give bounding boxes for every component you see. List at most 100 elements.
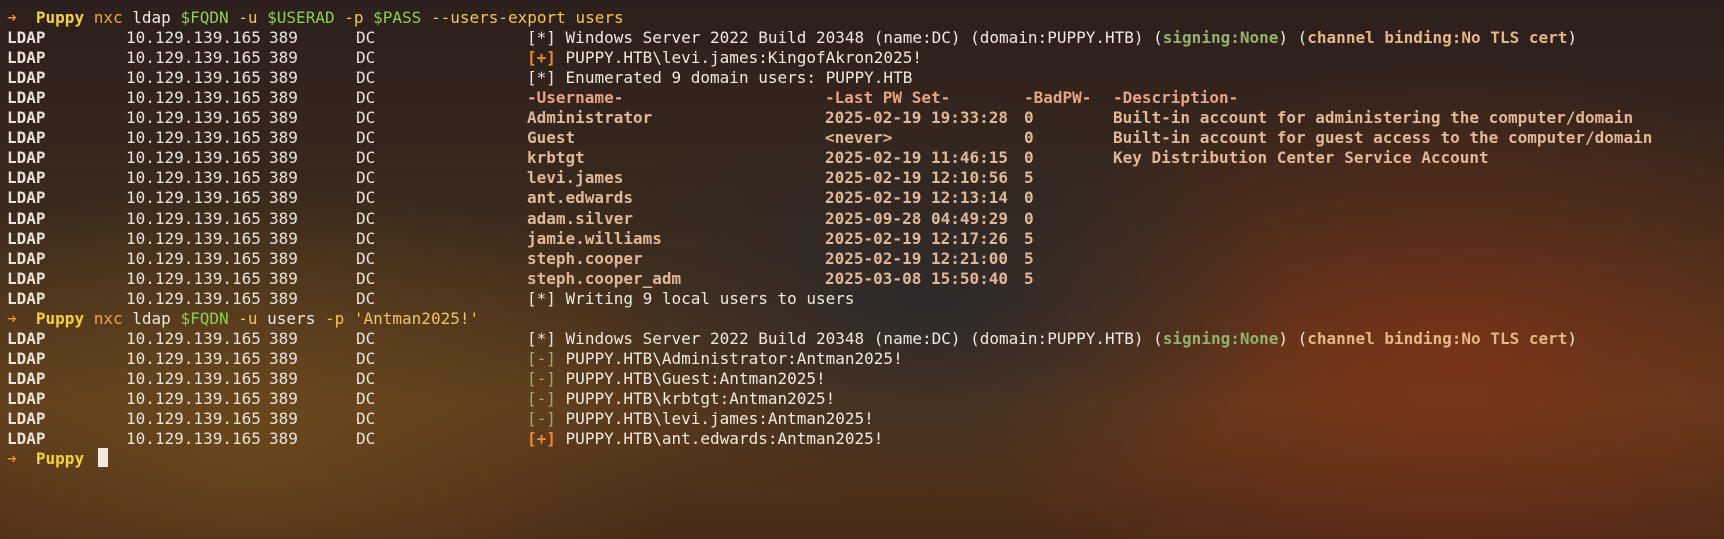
user-row-cell: 2025-02-19 19:33:28 bbox=[825, 108, 1009, 128]
command-name: nxc bbox=[93, 8, 123, 27]
table-header-cell: -BadPW- bbox=[1024, 88, 1092, 108]
prompt: ➜ Puppy nxc ldap $FQDN -u $USERAD -p $PA… bbox=[7, 7, 624, 29]
protocol-label: LDAP bbox=[7, 248, 46, 268]
user-row-cell: adam.silver bbox=[527, 208, 633, 228]
user-row-cell: steph.cooper_adm bbox=[527, 268, 682, 288]
user-row-cell: 0 bbox=[1024, 148, 1034, 168]
user-row-cell: 2025-02-19 12:17:26 bbox=[825, 228, 1009, 248]
protocol-label: LDAP bbox=[7, 68, 46, 88]
terminal-window[interactable]: ➜ Puppy nxc ldap $FQDN -u $USERAD -p $PA… bbox=[0, 0, 1724, 539]
command-arg: ldap bbox=[132, 8, 171, 27]
table-header-cell: -Description- bbox=[1113, 88, 1239, 108]
target-port: 389 bbox=[269, 409, 298, 428]
target-hostname: DC bbox=[356, 28, 376, 48]
output-message: [+] PUPPY.HTB\levi.james:KingofAkron2025… bbox=[527, 47, 922, 69]
target-port: 389 bbox=[269, 328, 298, 348]
failure-tag: [-] bbox=[527, 409, 556, 428]
command-arg: $PASS bbox=[373, 8, 422, 27]
signing-status: signing:None bbox=[1162, 328, 1279, 348]
command-arg: $FQDN bbox=[180, 308, 229, 328]
target-port: 389 bbox=[269, 388, 298, 408]
prompt-cwd: Puppy bbox=[35, 308, 85, 328]
command-arg: -u bbox=[238, 308, 258, 328]
target-hostname: DC bbox=[356, 429, 376, 449]
message-text: ) bbox=[1567, 28, 1578, 48]
command-arg: -p bbox=[344, 8, 364, 27]
protocol-label: LDAP bbox=[7, 228, 46, 248]
prompt: ➜ Puppy nxc ldap $FQDN -u users -p 'Antm… bbox=[7, 308, 479, 330]
protocol-label: LDAP bbox=[7, 188, 46, 208]
command-arg: ldap bbox=[132, 308, 171, 328]
message-text: PUPPY.HTB\levi.james:Antman2025! bbox=[565, 409, 874, 428]
target-hostname: DC bbox=[356, 388, 376, 408]
protocol-label: LDAP bbox=[7, 288, 46, 308]
target-port: 389 bbox=[269, 48, 298, 68]
target-ip: 10.129.139.165 bbox=[126, 48, 261, 68]
target-ip: 10.129.139.165 bbox=[126, 409, 261, 428]
target-hostname: DC bbox=[356, 288, 376, 308]
command-arg: $FQDN bbox=[180, 8, 229, 27]
user-row-cell: steph.cooper bbox=[527, 248, 643, 268]
command-arg: -u bbox=[238, 8, 258, 27]
message-text: Writing 9 local users to users bbox=[565, 288, 855, 308]
message-text: Windows Server 2022 Build 20348 (name:DC… bbox=[565, 328, 1163, 348]
target-ip: 10.129.139.165 bbox=[126, 288, 261, 308]
output-message: [-] PUPPY.HTB\levi.james:Antman2025! bbox=[527, 408, 874, 430]
target-port: 389 bbox=[269, 68, 298, 88]
user-row-cell: krbtgt bbox=[527, 148, 585, 168]
target-hostname: DC bbox=[356, 208, 376, 228]
info-tag: [*] bbox=[527, 328, 556, 348]
prompt-cwd: Puppy bbox=[35, 449, 85, 469]
output-message: [-] PUPPY.HTB\Administrator:Antman2025! bbox=[527, 348, 903, 370]
protocol-label: LDAP bbox=[7, 429, 46, 449]
message-text: PUPPY.HTB\levi.james:KingofAkron2025! bbox=[565, 48, 922, 68]
target-hostname: DC bbox=[356, 328, 376, 348]
target-port: 389 bbox=[269, 188, 298, 208]
target-hostname: DC bbox=[356, 368, 376, 388]
command-arg: --users-export bbox=[430, 8, 566, 27]
protocol-label: LDAP bbox=[7, 148, 46, 168]
target-port: 389 bbox=[269, 429, 298, 449]
protocol-label: LDAP bbox=[7, 348, 46, 368]
target-port: 389 bbox=[269, 268, 298, 288]
prompt-arrow-icon: ➜ bbox=[7, 8, 17, 27]
protocol-label: LDAP bbox=[7, 409, 46, 428]
target-ip: 10.129.139.165 bbox=[126, 188, 261, 208]
target-ip: 10.129.139.165 bbox=[126, 128, 261, 148]
user-row-cell: 5 bbox=[1024, 168, 1034, 188]
output-message: [*] Windows Server 2022 Build 20348 (nam… bbox=[527, 328, 1577, 350]
protocol-label: LDAP bbox=[7, 48, 46, 68]
target-ip: 10.129.139.165 bbox=[126, 228, 261, 248]
target-ip: 10.129.139.165 bbox=[126, 348, 261, 368]
target-ip: 10.129.139.165 bbox=[126, 429, 261, 449]
output-message: [*] Enumerated 9 domain users: PUPPY.HTB bbox=[527, 67, 912, 89]
protocol-label: LDAP bbox=[7, 388, 46, 408]
user-row-cell: Built-in account for administering the c… bbox=[1113, 108, 1634, 128]
target-ip: 10.129.139.165 bbox=[126, 328, 261, 348]
channel-binding-status: channel binding:No TLS cert bbox=[1307, 328, 1568, 348]
prompt: ➜ Puppy bbox=[7, 448, 108, 470]
target-ip: 10.129.139.165 bbox=[126, 168, 261, 188]
user-row-cell: 5 bbox=[1024, 228, 1034, 248]
target-port: 389 bbox=[269, 368, 298, 388]
user-row-cell: 5 bbox=[1024, 268, 1034, 288]
user-row-cell: 2025-02-19 12:21:00 bbox=[825, 248, 1009, 268]
target-port: 389 bbox=[269, 88, 298, 108]
failure-tag: [-] bbox=[527, 368, 556, 388]
target-ip: 10.129.139.165 bbox=[126, 268, 261, 288]
target-hostname: DC bbox=[356, 409, 376, 428]
user-row-cell: 2025-02-19 12:10:56 bbox=[825, 168, 1009, 188]
terminal-cursor[interactable] bbox=[97, 448, 108, 468]
signing-status: signing:None bbox=[1162, 28, 1279, 48]
table-header-cell: -Username- bbox=[527, 88, 624, 108]
target-port: 389 bbox=[269, 148, 298, 168]
user-row-cell: Guest bbox=[527, 128, 576, 148]
target-ip: 10.129.139.165 bbox=[126, 248, 261, 268]
user-row-cell: 5 bbox=[1024, 248, 1034, 268]
message-text: ) ( bbox=[1278, 328, 1308, 348]
output-message: [-] PUPPY.HTB\Guest:Antman2025! bbox=[527, 368, 826, 390]
target-hostname: DC bbox=[356, 248, 376, 268]
protocol-label: LDAP bbox=[7, 168, 46, 188]
user-row-cell: 2025-02-19 11:46:15 bbox=[825, 148, 1009, 168]
prompt-arrow-icon: ➜ bbox=[7, 308, 17, 328]
